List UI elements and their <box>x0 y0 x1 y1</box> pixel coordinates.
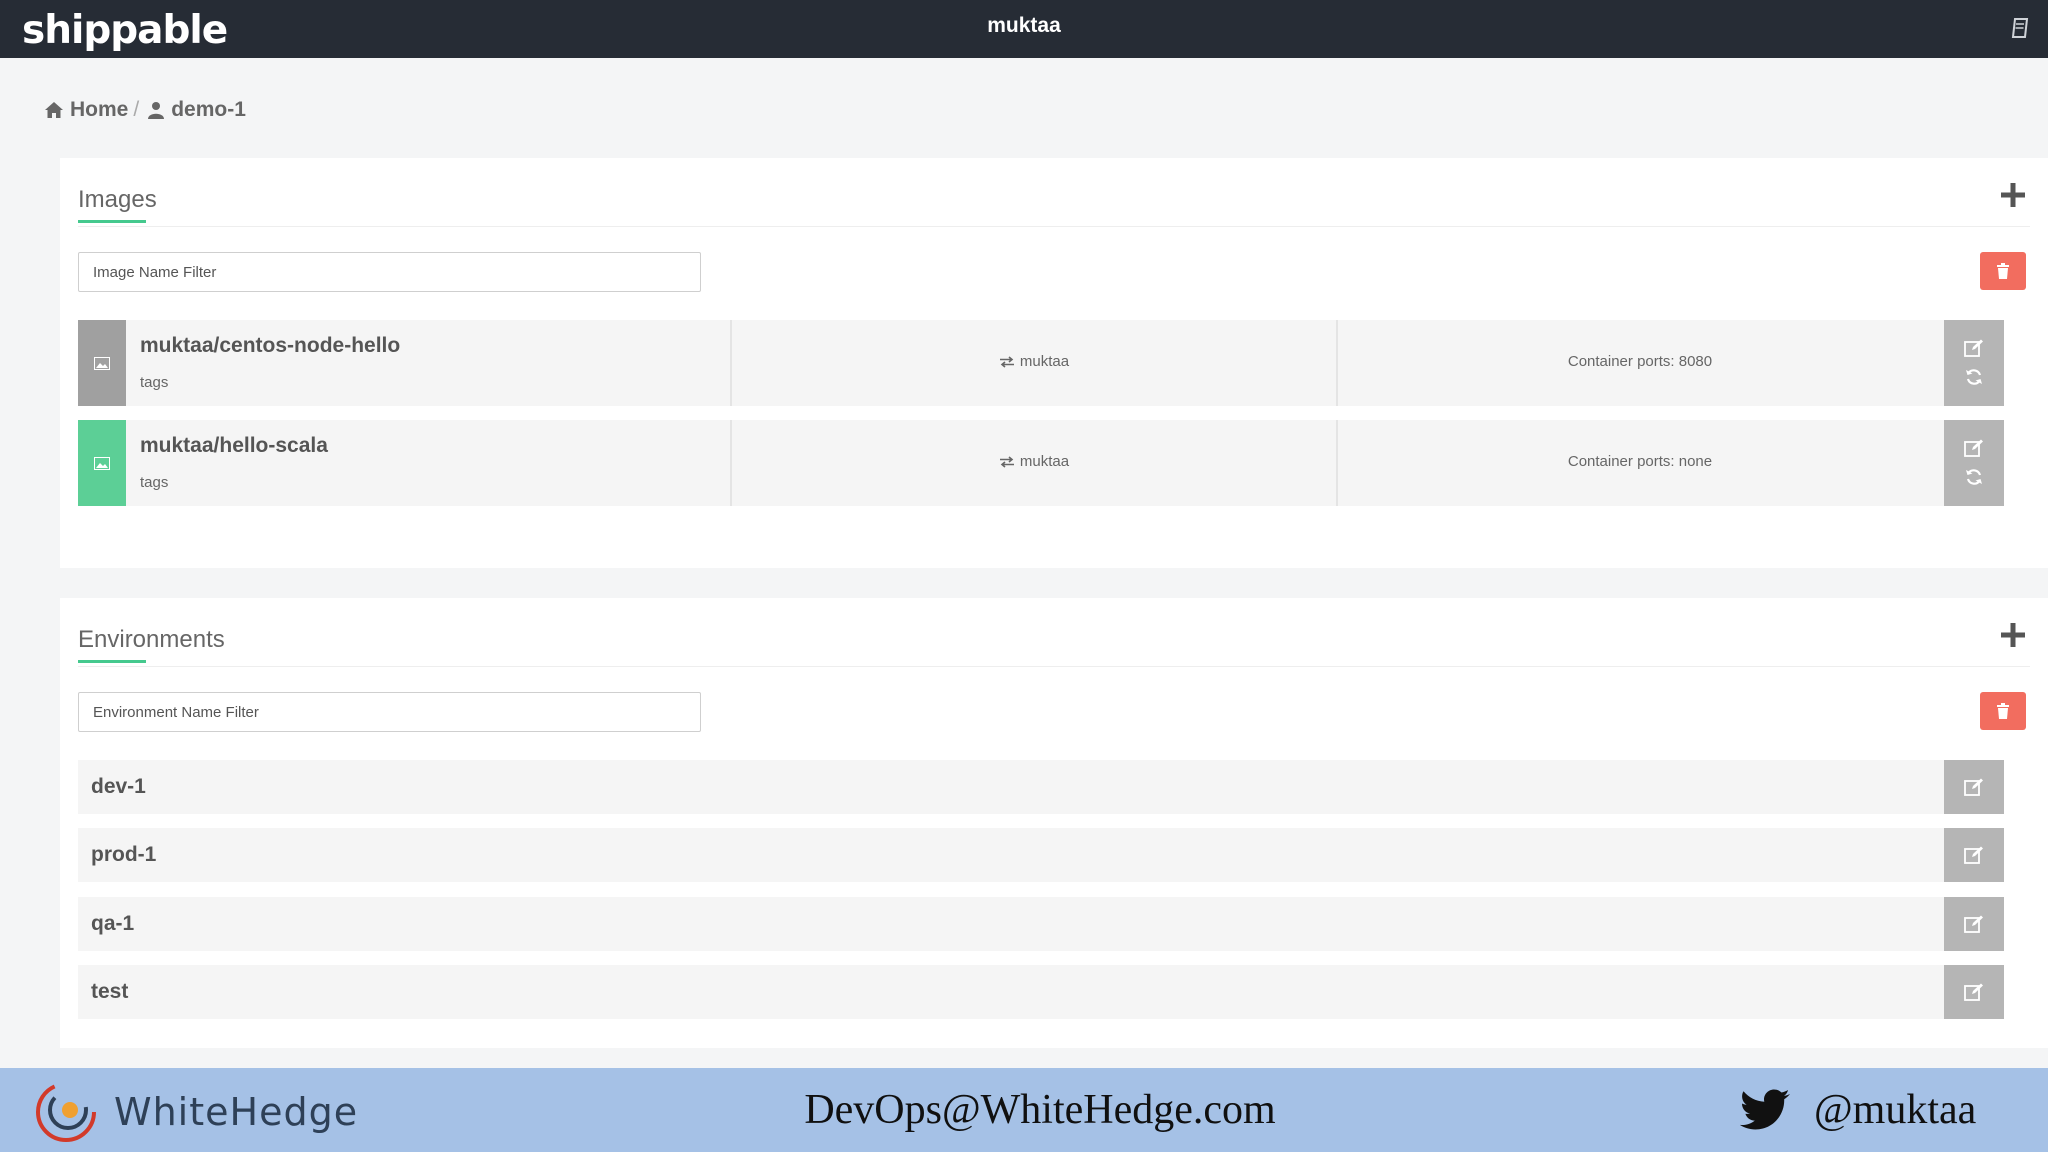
environment-row[interactable]: test <box>78 965 2004 1019</box>
trash-icon <box>1997 263 2009 279</box>
picture-icon <box>94 456 110 470</box>
image-owner-name: muktaa <box>1019 453 1070 470</box>
home-icon <box>45 102 63 118</box>
add-environment-plus-icon[interactable] <box>1998 620 2028 650</box>
top-navbar: shippable muktaa <box>0 0 2048 58</box>
breadcrumb-home-link[interactable]: Home <box>70 98 128 122</box>
current-user-name: muktaa <box>987 14 1061 37</box>
edit-environment-button[interactable] <box>1944 965 2004 1019</box>
environment-row[interactable]: qa-1 <box>78 897 2004 951</box>
environment-name[interactable]: test <box>91 980 128 1004</box>
image-tags-label[interactable]: tags <box>140 474 168 491</box>
trash-icon <box>1997 703 2009 719</box>
environments-title-underline <box>78 660 146 663</box>
edit-environment-button[interactable] <box>1944 760 2004 814</box>
footer-banner: WhiteHedge DevOps@WhiteHedge.com @muktaa <box>0 1068 2048 1152</box>
image-name[interactable]: muktaa/centos-node-hello <box>140 334 400 358</box>
image-actions <box>1944 420 2004 506</box>
environments-panel-title: Environments <box>78 626 225 653</box>
breadcrumb-separator: / <box>133 98 140 121</box>
image-actions <box>1944 320 2004 406</box>
images-title-underline <box>78 220 146 223</box>
breadcrumb-current-project[interactable]: demo-1 <box>171 98 246 122</box>
notebook-icon[interactable] <box>2010 16 2030 40</box>
delete-environments-button[interactable] <box>1980 692 2026 730</box>
environments-panel-divider <box>78 666 2030 667</box>
image-name-filter-input[interactable] <box>78 252 701 292</box>
exchange-arrows-icon <box>999 455 1014 468</box>
image-row[interactable]: muktaa/centos-node-hello tags muktaa Con… <box>78 320 2004 406</box>
picture-icon <box>94 356 110 370</box>
image-container-ports: Container ports: 8080 <box>1567 353 1713 370</box>
exchange-arrows-icon <box>999 355 1014 368</box>
edit-icon[interactable] <box>1964 439 1984 457</box>
edit-environment-button[interactable] <box>1944 897 2004 951</box>
image-owner: muktaa <box>732 353 1336 370</box>
image-name[interactable]: muktaa/hello-scala <box>140 434 328 458</box>
environments-panel: Environments dev-1 prod-1 qa-1 <box>60 598 2048 1048</box>
user-icon <box>148 102 165 119</box>
image-owner: muktaa <box>732 453 1336 470</box>
images-panel: Images muktaa/centos-node-hello tags muk… <box>60 158 2048 568</box>
delete-images-button[interactable] <box>1980 252 2026 290</box>
breadcrumb: Home / demo-1 <box>44 97 246 123</box>
twitter-bird-icon <box>1740 1089 1790 1130</box>
add-image-plus-icon[interactable] <box>1998 180 2028 210</box>
images-panel-divider <box>78 226 2030 227</box>
image-owner-name: muktaa <box>1019 353 1070 370</box>
refresh-icon[interactable] <box>1964 467 1984 487</box>
edit-icon[interactable] <box>1964 339 1984 357</box>
image-tags-label[interactable]: tags <box>140 374 168 391</box>
image-row[interactable]: muktaa/hello-scala tags muktaa Container… <box>78 420 2004 506</box>
environment-name-filter-input[interactable] <box>78 692 701 732</box>
image-container-ports: Container ports: none <box>1567 453 1713 470</box>
image-thumbnail <box>78 320 126 406</box>
environment-name[interactable]: qa-1 <box>91 912 134 936</box>
edit-icon <box>1964 915 1983 933</box>
twitter-handle: @muktaa <box>1814 1087 1977 1133</box>
images-panel-title: Images <box>78 186 157 213</box>
edit-icon <box>1964 983 1983 1001</box>
environment-name[interactable]: prod-1 <box>91 843 156 867</box>
edit-environment-button[interactable] <box>1944 828 2004 882</box>
edit-icon <box>1964 846 1983 864</box>
environment-row[interactable]: prod-1 <box>78 828 2004 882</box>
environment-row[interactable]: dev-1 <box>78 760 2004 814</box>
refresh-icon[interactable] <box>1964 367 1984 387</box>
edit-icon <box>1964 778 1983 796</box>
environment-name[interactable]: dev-1 <box>91 775 146 799</box>
image-thumbnail <box>78 420 126 506</box>
